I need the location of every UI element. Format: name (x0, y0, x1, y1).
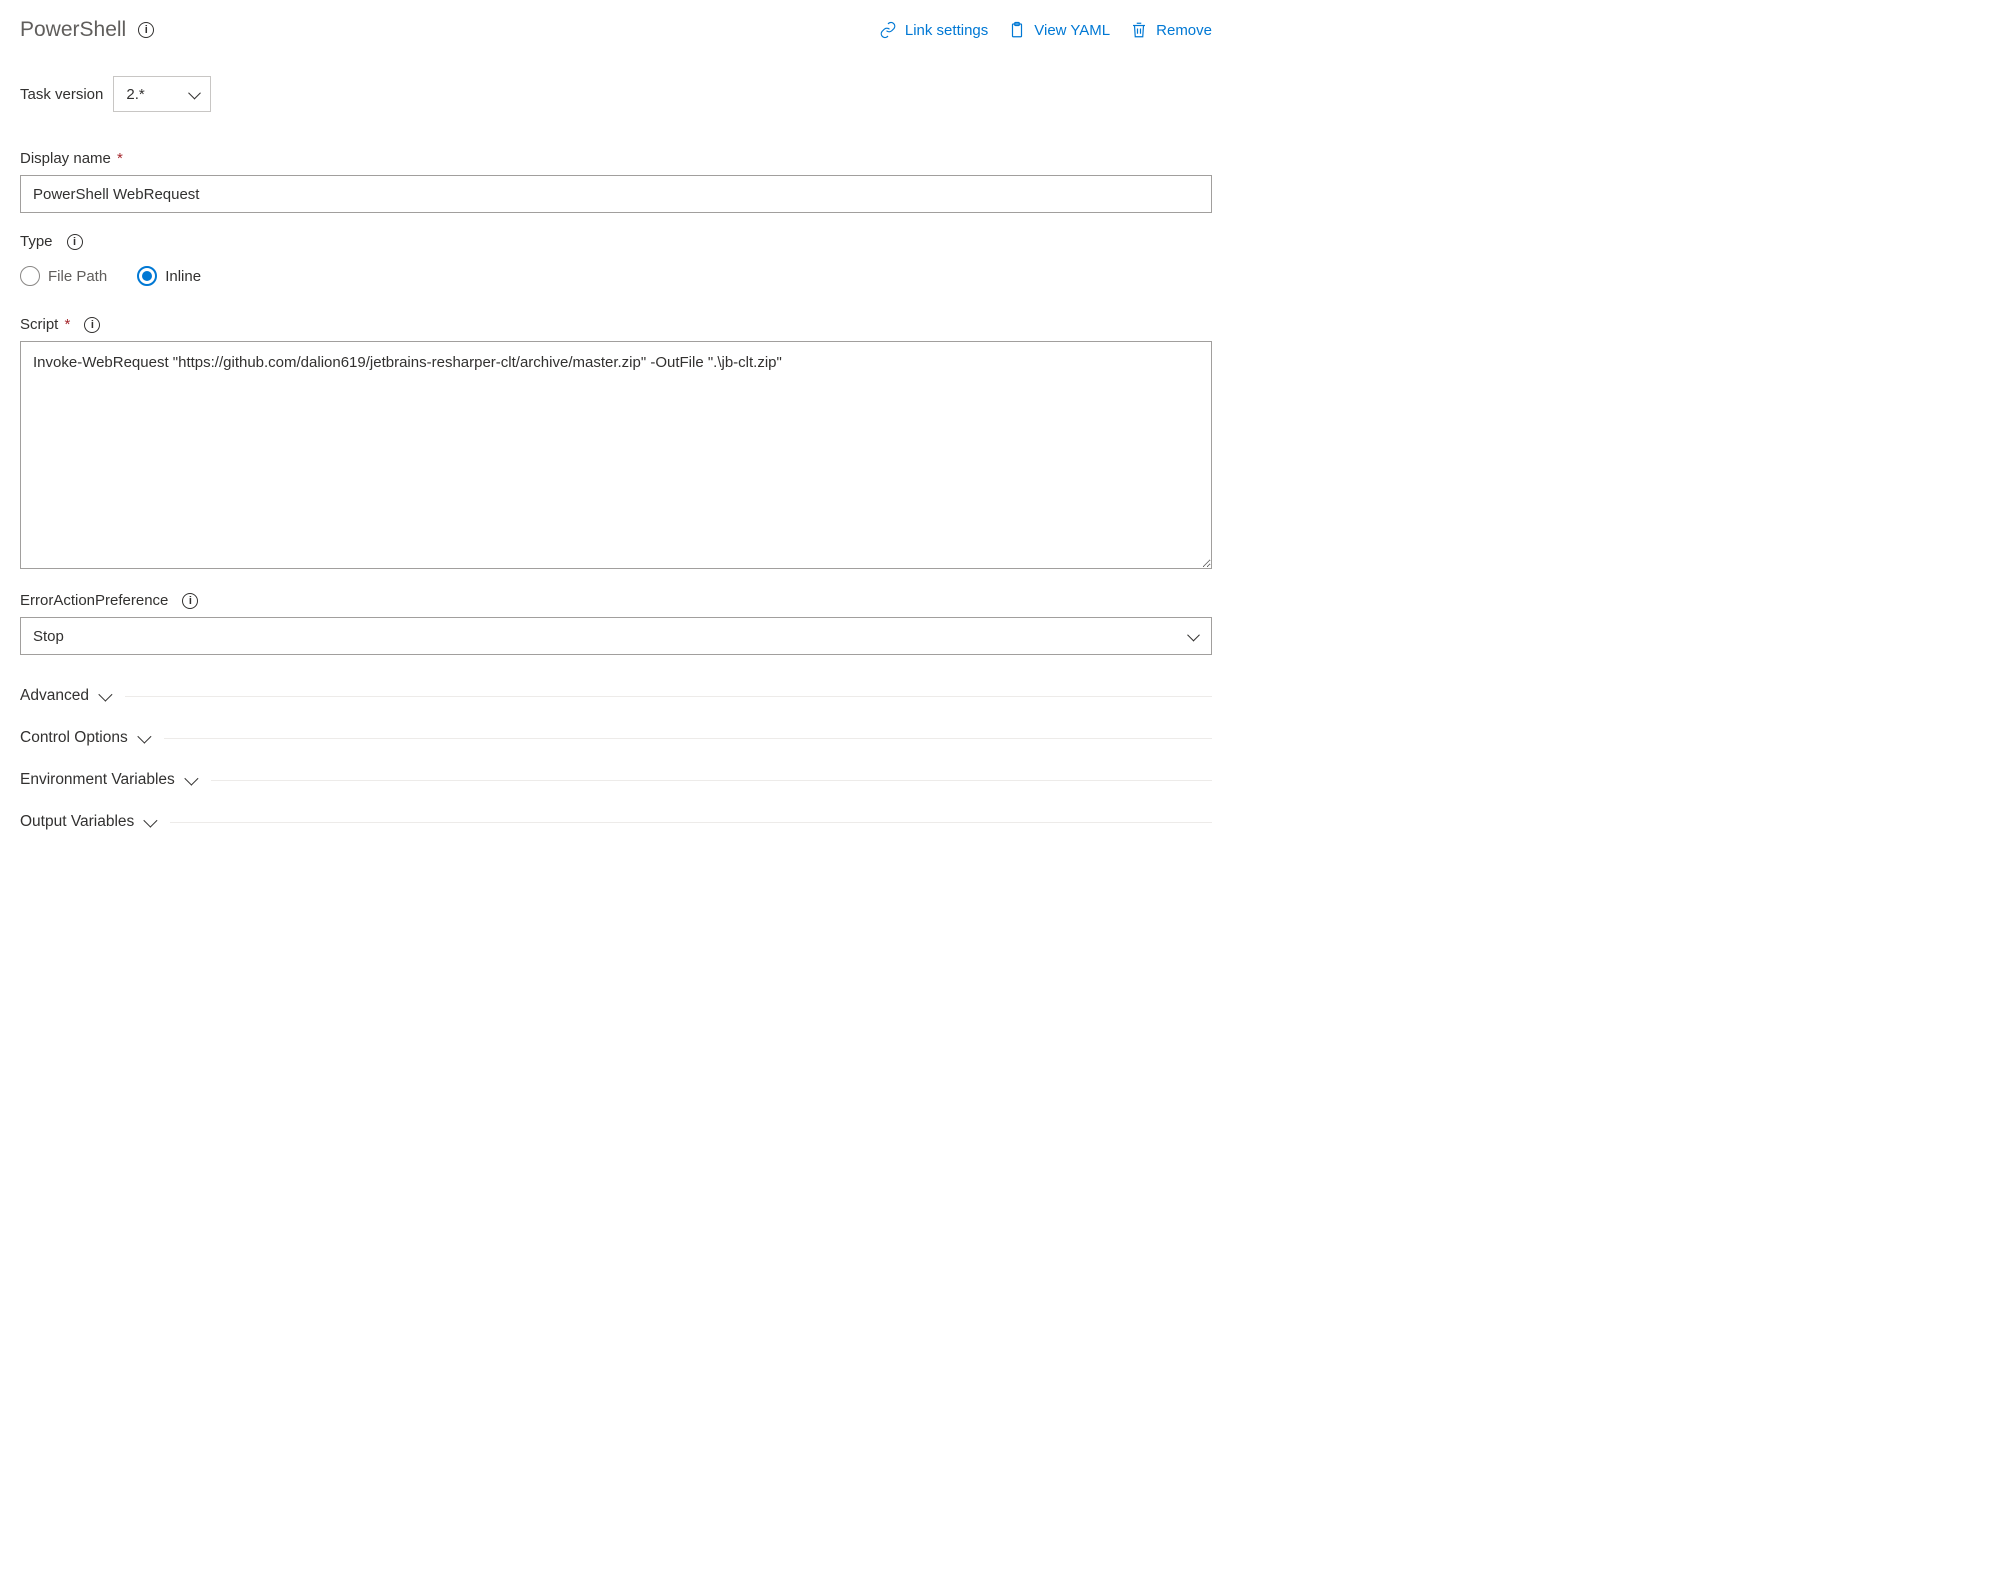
chevron-down-icon (137, 730, 151, 744)
script-textarea[interactable] (20, 341, 1212, 569)
header-actions: Link settings View YAML Remove (879, 21, 1212, 39)
section-divider (211, 780, 1212, 781)
error-action-label-row: ErrorActionPreference (20, 592, 1212, 609)
error-action-select-wrap: Stop (20, 617, 1212, 655)
trash-icon (1130, 21, 1148, 39)
view-yaml-button[interactable]: View YAML (1008, 21, 1110, 39)
info-icon[interactable] (67, 234, 83, 250)
section-control-options[interactable]: Control Options (20, 717, 1212, 759)
radio-circle-unchecked (20, 266, 40, 286)
error-action-select[interactable]: Stop (20, 617, 1212, 655)
link-icon (879, 21, 897, 39)
view-yaml-label: View YAML (1034, 22, 1110, 39)
page-title: PowerShell (20, 18, 126, 42)
chevron-down-icon (98, 688, 112, 702)
error-action-group: ErrorActionPreference Stop (20, 592, 1212, 655)
type-label-row: Type (20, 233, 1212, 250)
error-action-label: ErrorActionPreference (20, 592, 168, 609)
script-group: Script * (20, 316, 1212, 572)
header-title-wrap: PowerShell (20, 18, 154, 42)
required-asterisk: * (113, 150, 123, 167)
radio-inline[interactable]: Inline (137, 266, 201, 286)
section-advanced[interactable]: Advanced (20, 675, 1212, 717)
task-panel: PowerShell Link settings View YAML (0, 0, 1232, 970)
display-name-label-row: Display name * (20, 150, 1212, 167)
display-name-group: Display name * (20, 150, 1212, 213)
script-label-row: Script * (20, 316, 1212, 333)
task-version-row: Task version 2.* (20, 76, 1212, 112)
chevron-down-icon (184, 772, 198, 786)
clipboard-icon (1008, 21, 1026, 39)
section-env-vars[interactable]: Environment Variables (20, 759, 1212, 801)
chevron-down-icon (144, 814, 158, 828)
script-label: Script * (20, 316, 70, 333)
link-settings-button[interactable]: Link settings (879, 21, 988, 39)
section-advanced-title: Advanced (20, 687, 89, 705)
header-row: PowerShell Link settings View YAML (20, 18, 1212, 42)
required-asterisk: * (60, 316, 70, 333)
link-settings-label: Link settings (905, 22, 988, 39)
type-label: Type (20, 233, 53, 250)
remove-label: Remove (1156, 22, 1212, 39)
info-icon[interactable] (182, 593, 198, 609)
section-output-vars-title: Output Variables (20, 813, 134, 831)
section-env-vars-title: Environment Variables (20, 771, 175, 789)
type-radio-row: File Path Inline (20, 266, 1212, 286)
info-icon[interactable] (84, 317, 100, 333)
task-version-select-wrap: 2.* (113, 76, 211, 112)
task-version-select[interactable]: 2.* (113, 76, 211, 112)
section-divider (164, 738, 1212, 739)
info-icon[interactable] (138, 22, 154, 38)
radio-file-path[interactable]: File Path (20, 266, 107, 286)
radio-file-path-label: File Path (48, 268, 107, 285)
task-panel-content: PowerShell Link settings View YAML (0, 0, 1232, 883)
section-divider (125, 696, 1212, 697)
section-divider (170, 822, 1212, 823)
section-control-options-title: Control Options (20, 729, 128, 747)
display-name-input[interactable] (20, 175, 1212, 213)
radio-circle-checked (137, 266, 157, 286)
remove-button[interactable]: Remove (1130, 21, 1212, 39)
section-output-vars[interactable]: Output Variables (20, 801, 1212, 843)
display-name-label: Display name * (20, 150, 123, 167)
type-group: Type File Path Inline (20, 233, 1212, 286)
radio-inline-label: Inline (165, 268, 201, 285)
task-version-label: Task version (20, 86, 103, 103)
